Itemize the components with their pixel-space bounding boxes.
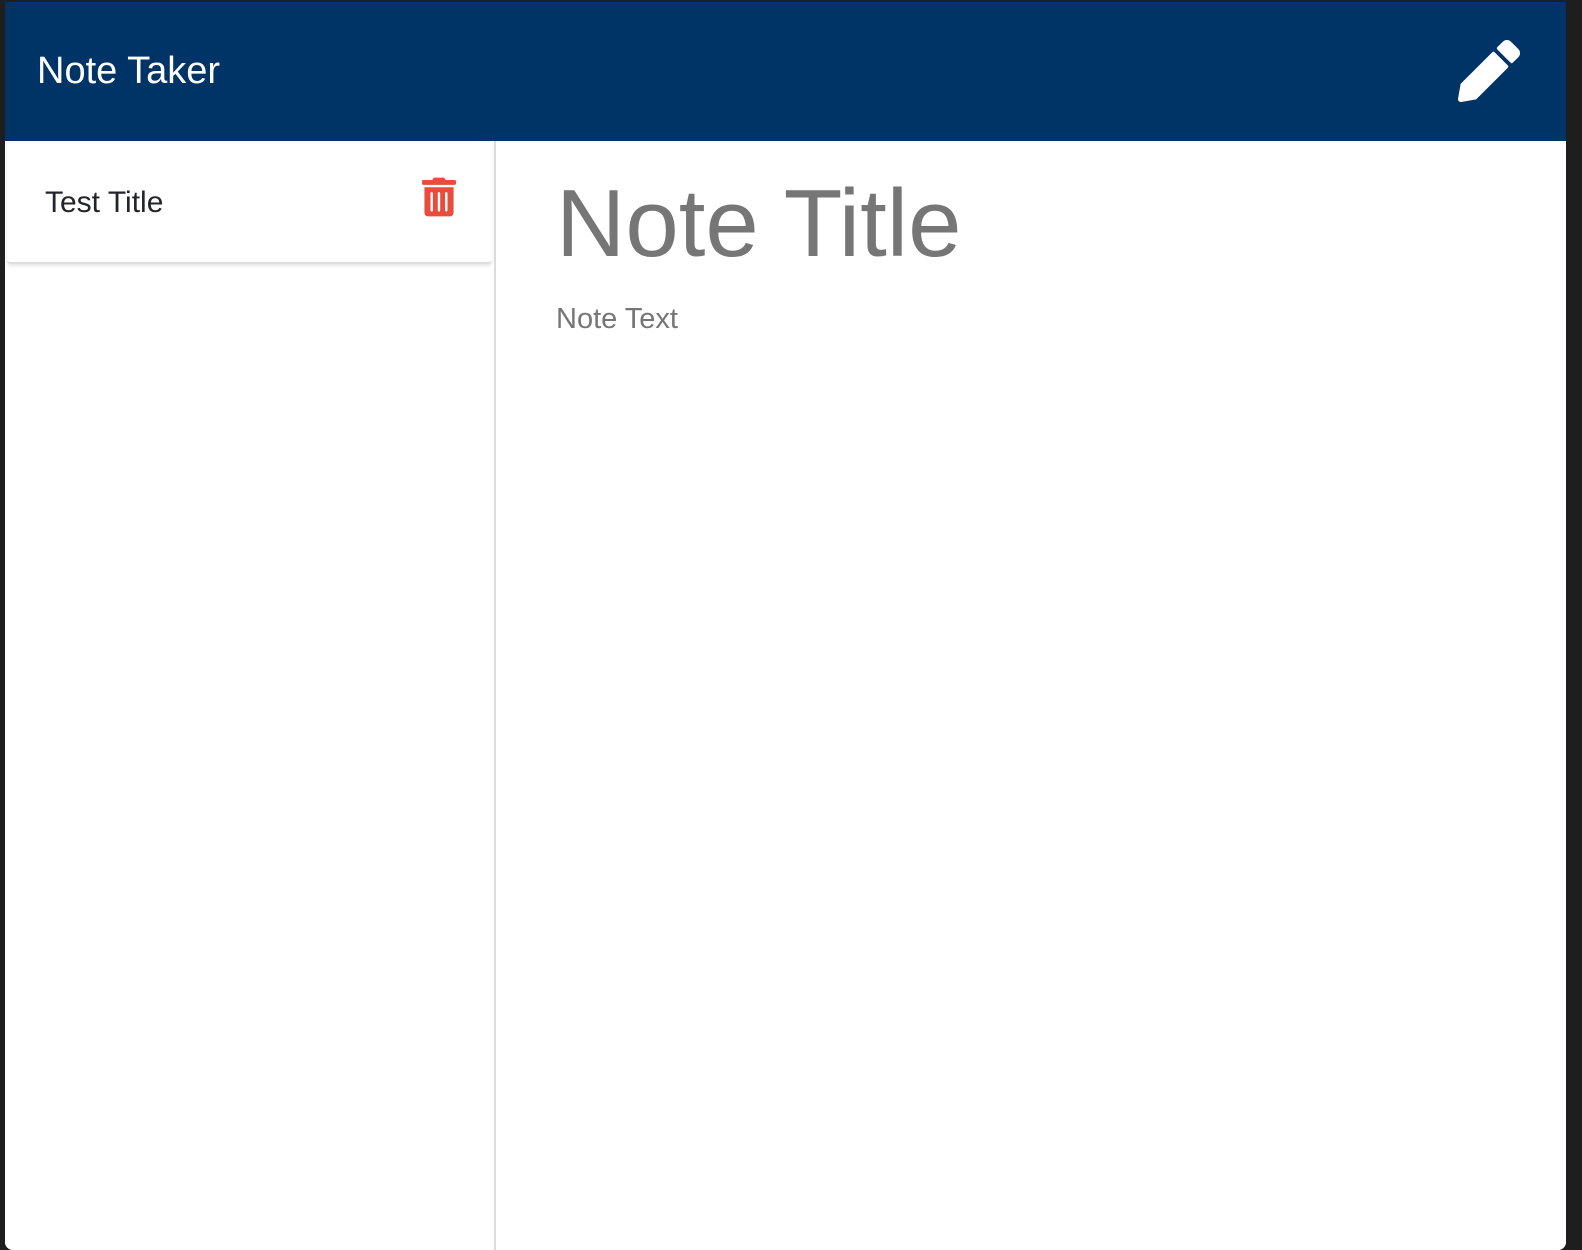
note-title-input[interactable]: [556, 169, 1516, 279]
note-list: Test Title: [5, 141, 496, 1250]
note-text-input[interactable]: [556, 301, 1516, 1001]
app-window: Note Taker Test Title: [5, 2, 1566, 1250]
note-list-item-title[interactable]: Test Title: [45, 185, 163, 221]
note-list-item[interactable]: Test Title: [7, 141, 492, 264]
pencil-icon: [1458, 40, 1520, 102]
app-brand[interactable]: Note Taker: [37, 48, 220, 94]
trash-icon: [422, 177, 456, 217]
new-note-button[interactable]: [1458, 40, 1520, 102]
delete-note-button[interactable]: [422, 177, 456, 217]
navbar: Note Taker: [5, 2, 1566, 141]
note-editor: [496, 141, 1566, 1250]
